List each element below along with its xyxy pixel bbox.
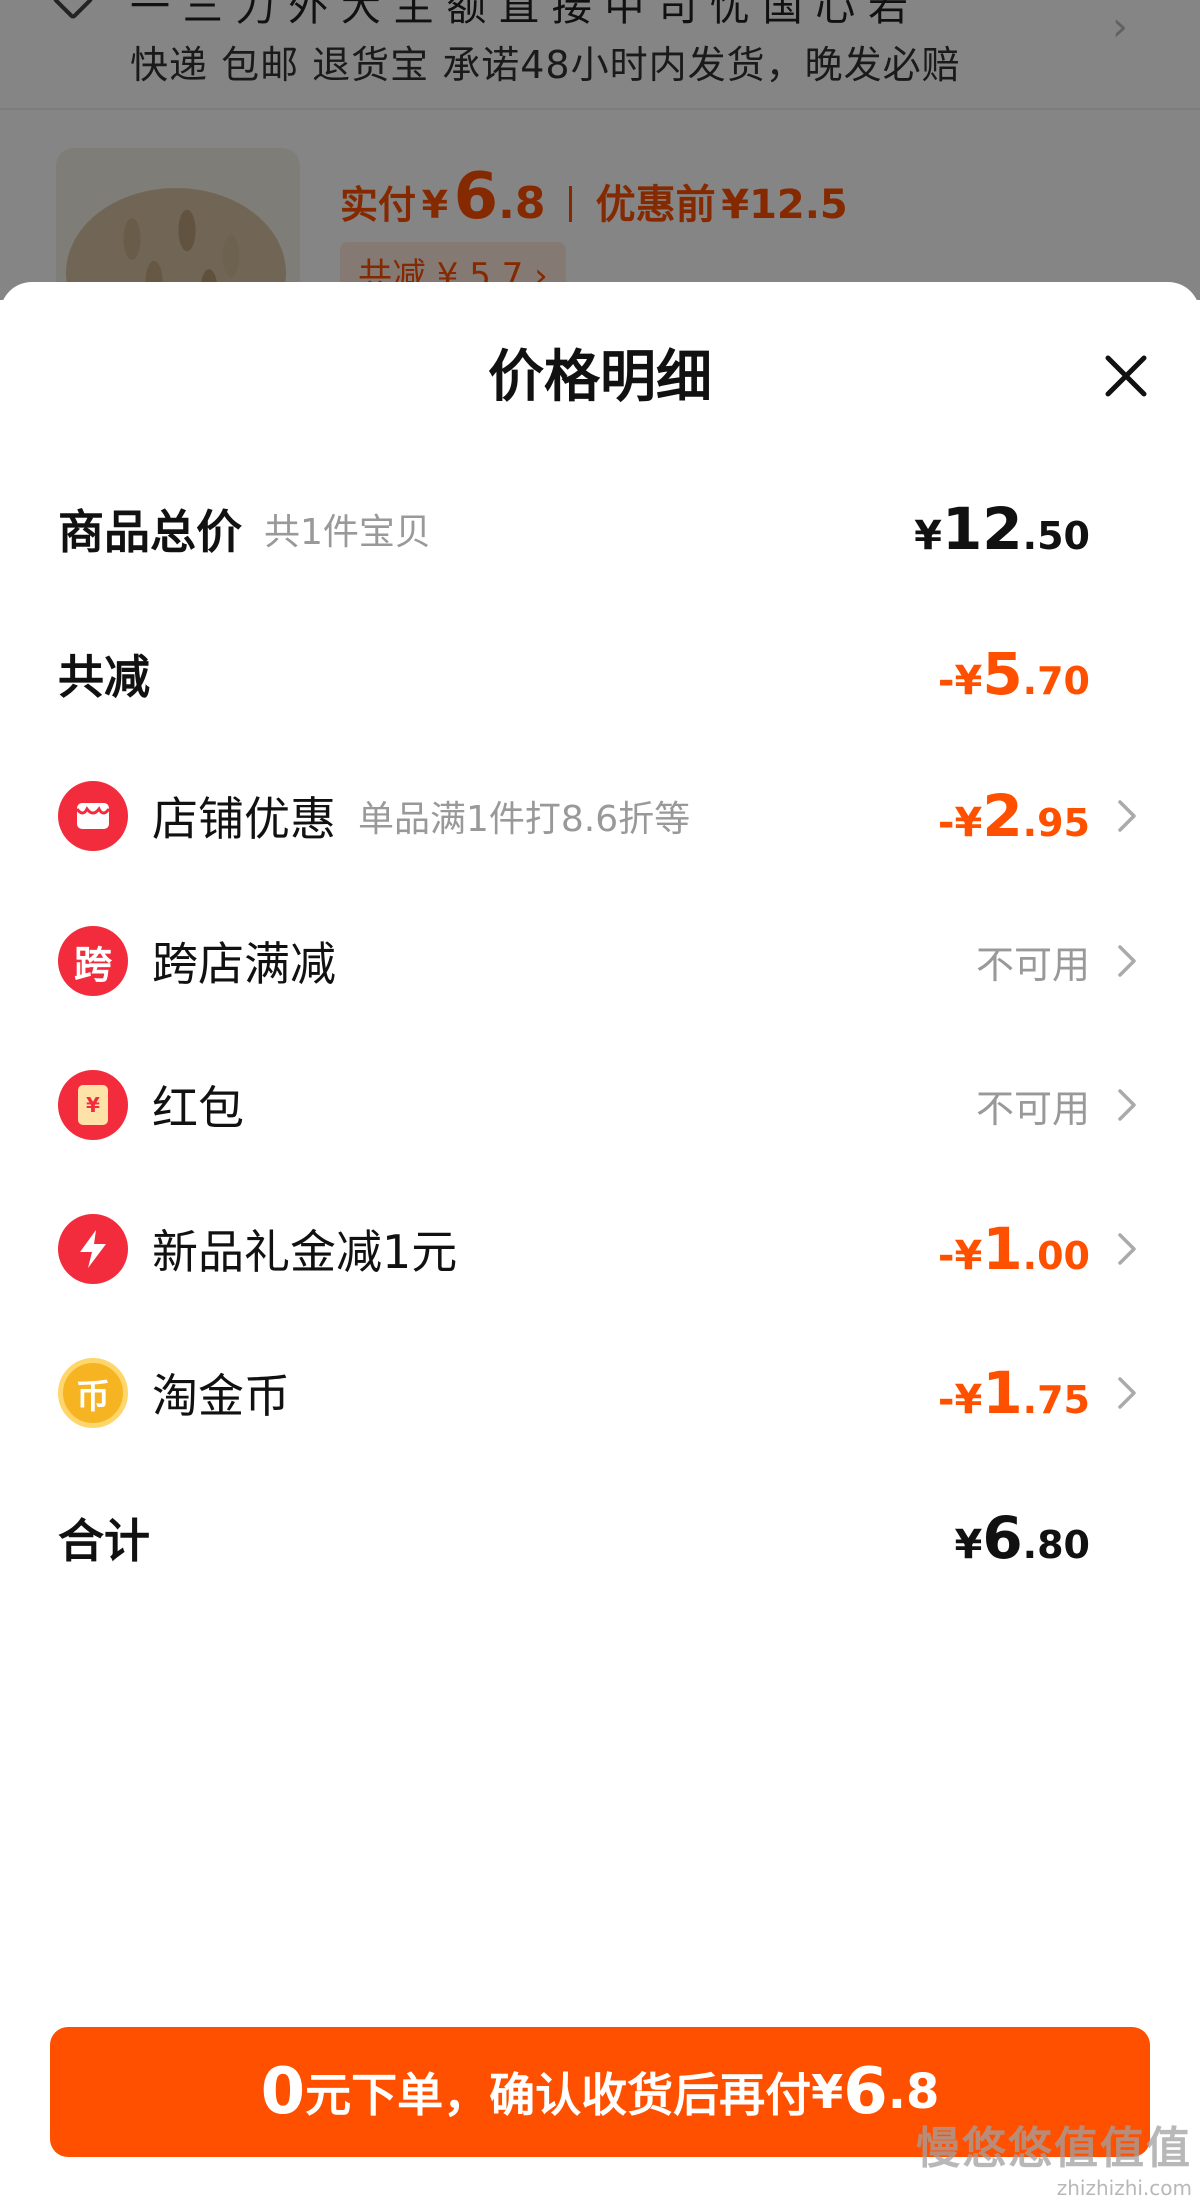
modal-overlay[interactable]	[0, 0, 1200, 300]
sum-amount: ¥6.80	[954, 1504, 1090, 1572]
red-packet-label: 红包	[152, 1081, 244, 1135]
row-shop-discount[interactable]: 店铺优惠 单品满1件打8.6折等 -¥2.95	[58, 766, 1142, 866]
row-item-total: 商品总价 共1件宝贝 ¥12.50	[58, 479, 1142, 579]
shop-discount-amount: -¥2.95	[937, 782, 1090, 850]
lightning-icon	[58, 1214, 128, 1284]
row-gold-coin[interactable]: 币 淘金币 -¥1.75	[58, 1343, 1142, 1443]
new-gift-amount: -¥1.00	[937, 1215, 1090, 1283]
cross-store-icon: 跨	[58, 926, 128, 996]
chevron-right-icon	[1118, 1233, 1136, 1265]
coin-icon: 币	[58, 1358, 128, 1428]
shop-discount-label: 店铺优惠	[152, 792, 336, 846]
cta-zero: 0	[260, 2055, 306, 2129]
row-red-packet[interactable]: ¥ 红包 不可用	[58, 1055, 1142, 1155]
watermark: 慢悠悠值值值 zhizhizhi.com	[916, 2112, 1192, 2200]
gold-coin-amount: -¥1.75	[937, 1359, 1090, 1427]
chevron-right-icon	[1118, 945, 1136, 977]
total-count: 共1件宝贝	[264, 512, 431, 553]
red-packet-icon: ¥	[58, 1070, 128, 1140]
new-gift-label: 新品礼金减1元	[152, 1225, 458, 1279]
red-packet-status: 不可用	[975, 1086, 1090, 1131]
saving-label: 共减	[58, 650, 150, 704]
saving-amount: -¥5.70	[937, 640, 1090, 708]
page: 一 三 力 外 大 主 额 直 接 中 司 忧 国 心 若 快递 包邮 退货宝 …	[0, 0, 1200, 2206]
cta-text: 元下单，确认收货后再付	[305, 2068, 812, 2122]
gold-coin-label: 淘金币	[152, 1369, 290, 1423]
chevron-right-icon	[1118, 1089, 1136, 1121]
total-label: 商品总价	[58, 505, 242, 559]
row-new-product-gift[interactable]: 新品礼金减1元 -¥1.00	[58, 1199, 1142, 1299]
total-amount: ¥12.50	[914, 495, 1090, 563]
row-cross-store[interactable]: 跨 跨店满减 不可用	[58, 911, 1142, 1011]
row-sum: 合计 ¥6.80	[58, 1488, 1142, 1588]
watermark-main: 慢悠悠值值值	[916, 2123, 1192, 2174]
shop-icon	[58, 781, 128, 851]
red-packet-glyph: ¥	[78, 1085, 108, 1125]
cross-store-label: 跨店满减	[152, 937, 336, 991]
sum-label: 合计	[58, 1514, 150, 1568]
cross-store-status: 不可用	[975, 942, 1090, 987]
cta-currency: ¥	[811, 2065, 844, 2119]
chevron-right-icon	[1118, 800, 1136, 832]
cta-amount-int: 6	[843, 2055, 888, 2129]
row-total-saving: 共减 -¥5.70	[58, 624, 1142, 724]
shop-discount-detail: 单品满1件打8.6折等	[358, 799, 691, 840]
chevron-right-icon	[1118, 1377, 1136, 1409]
watermark-url: zhizhizhi.com	[1056, 2176, 1192, 2200]
